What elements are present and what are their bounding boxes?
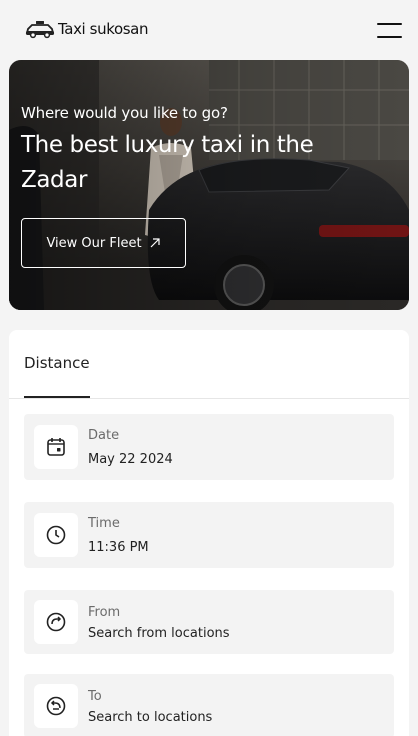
from-icon-box bbox=[34, 600, 78, 644]
booking-card: Distance Date May 22 2024 Time 11:36 PM bbox=[9, 330, 409, 736]
site-header: Taxi sukosan bbox=[0, 0, 418, 60]
divider bbox=[9, 398, 409, 399]
to-value: Search to locations bbox=[88, 710, 213, 725]
tab-distance[interactable]: Distance bbox=[24, 354, 90, 372]
date-icon-box bbox=[34, 425, 78, 469]
hero-title: The best luxury taxi in the Zadar bbox=[21, 132, 314, 193]
from-value: Search from locations bbox=[88, 626, 230, 641]
hero-banner: Where would you like to go? The best lux… bbox=[9, 60, 409, 310]
view-fleet-label: View Our Fleet bbox=[46, 235, 142, 251]
taxi-car-icon bbox=[25, 21, 55, 39]
time-label: Time bbox=[88, 516, 120, 531]
arrow-up-right-icon bbox=[150, 238, 160, 248]
brand-logo[interactable]: Taxi sukosan bbox=[25, 19, 148, 39]
hamburger-menu-button[interactable] bbox=[377, 22, 402, 40]
date-value: May 22 2024 bbox=[88, 452, 173, 467]
return-arrow-icon bbox=[46, 696, 66, 716]
hero-subtitle: Where would you like to go? bbox=[21, 104, 228, 122]
menu-line bbox=[377, 23, 402, 25]
route-arrow-icon bbox=[46, 612, 66, 632]
view-fleet-button[interactable]: View Our Fleet bbox=[21, 218, 186, 268]
date-label: Date bbox=[88, 428, 120, 443]
brand-name: Taxi sukosan bbox=[58, 20, 149, 38]
date-field[interactable]: Date May 22 2024 bbox=[24, 414, 394, 480]
from-field[interactable]: From Search from locations bbox=[24, 590, 394, 654]
calendar-icon bbox=[47, 438, 65, 456]
clock-icon bbox=[46, 525, 66, 545]
to-icon-box bbox=[34, 684, 78, 728]
time-value: 11:36 PM bbox=[88, 540, 149, 555]
time-field[interactable]: Time 11:36 PM bbox=[24, 502, 394, 568]
to-label: To bbox=[88, 689, 102, 704]
menu-line bbox=[377, 36, 402, 38]
time-icon-box bbox=[34, 513, 78, 557]
from-label: From bbox=[88, 605, 121, 620]
to-field[interactable]: To Search to locations bbox=[24, 674, 394, 736]
